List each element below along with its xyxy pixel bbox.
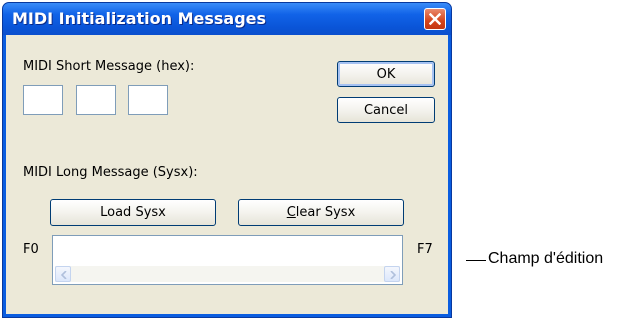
midi-init-dialog: MIDI Initialization Messages MIDI Short … — [2, 2, 452, 318]
horizontal-scrollbar[interactable] — [55, 266, 400, 282]
scroll-right-button[interactable] — [384, 266, 400, 282]
dialog-body: MIDI Short Message (hex): OK Cancel MIDI… — [6, 35, 448, 314]
load-sysx-button[interactable]: Load Sysx — [50, 199, 216, 226]
cancel-button-label: Cancel — [363, 103, 409, 118]
scroll-right-arrow-icon — [390, 271, 396, 279]
clear-sysx-label-text: lear Sysx — [295, 205, 356, 220]
short-message-label: MIDI Short Message (hex): — [23, 59, 195, 74]
short-message-byte-3[interactable] — [128, 85, 168, 115]
sysex-start-label: F0 — [23, 242, 39, 257]
short-message-byte-2[interactable] — [76, 85, 116, 115]
ok-button-label: OK — [376, 67, 396, 82]
scroll-left-button[interactable] — [55, 266, 71, 282]
cancel-button[interactable]: Cancel — [337, 97, 435, 123]
callout-line — [466, 260, 486, 261]
sysex-end-label: F7 — [417, 242, 433, 257]
clear-sysx-accelerator: C — [286, 205, 296, 220]
scroll-left-arrow-icon — [61, 271, 67, 279]
load-sysx-button-label: Load Sysx — [100, 205, 166, 220]
clear-sysx-button-label: Clear Sysx — [239, 205, 403, 220]
close-icon — [429, 13, 441, 25]
clear-sysx-button[interactable]: Clear Sysx — [238, 199, 404, 226]
sysex-edit-field[interactable] — [52, 235, 403, 285]
edit-field-callout: Champ d'édition — [488, 250, 604, 267]
title-bar[interactable]: MIDI Initialization Messages — [3, 3, 451, 35]
ok-button[interactable]: OK — [337, 61, 435, 87]
close-button[interactable] — [424, 8, 446, 30]
window-title: MIDI Initialization Messages — [12, 9, 267, 28]
short-message-byte-1[interactable] — [23, 85, 63, 115]
long-message-label: MIDI Long Message (Sysx): — [23, 165, 198, 180]
